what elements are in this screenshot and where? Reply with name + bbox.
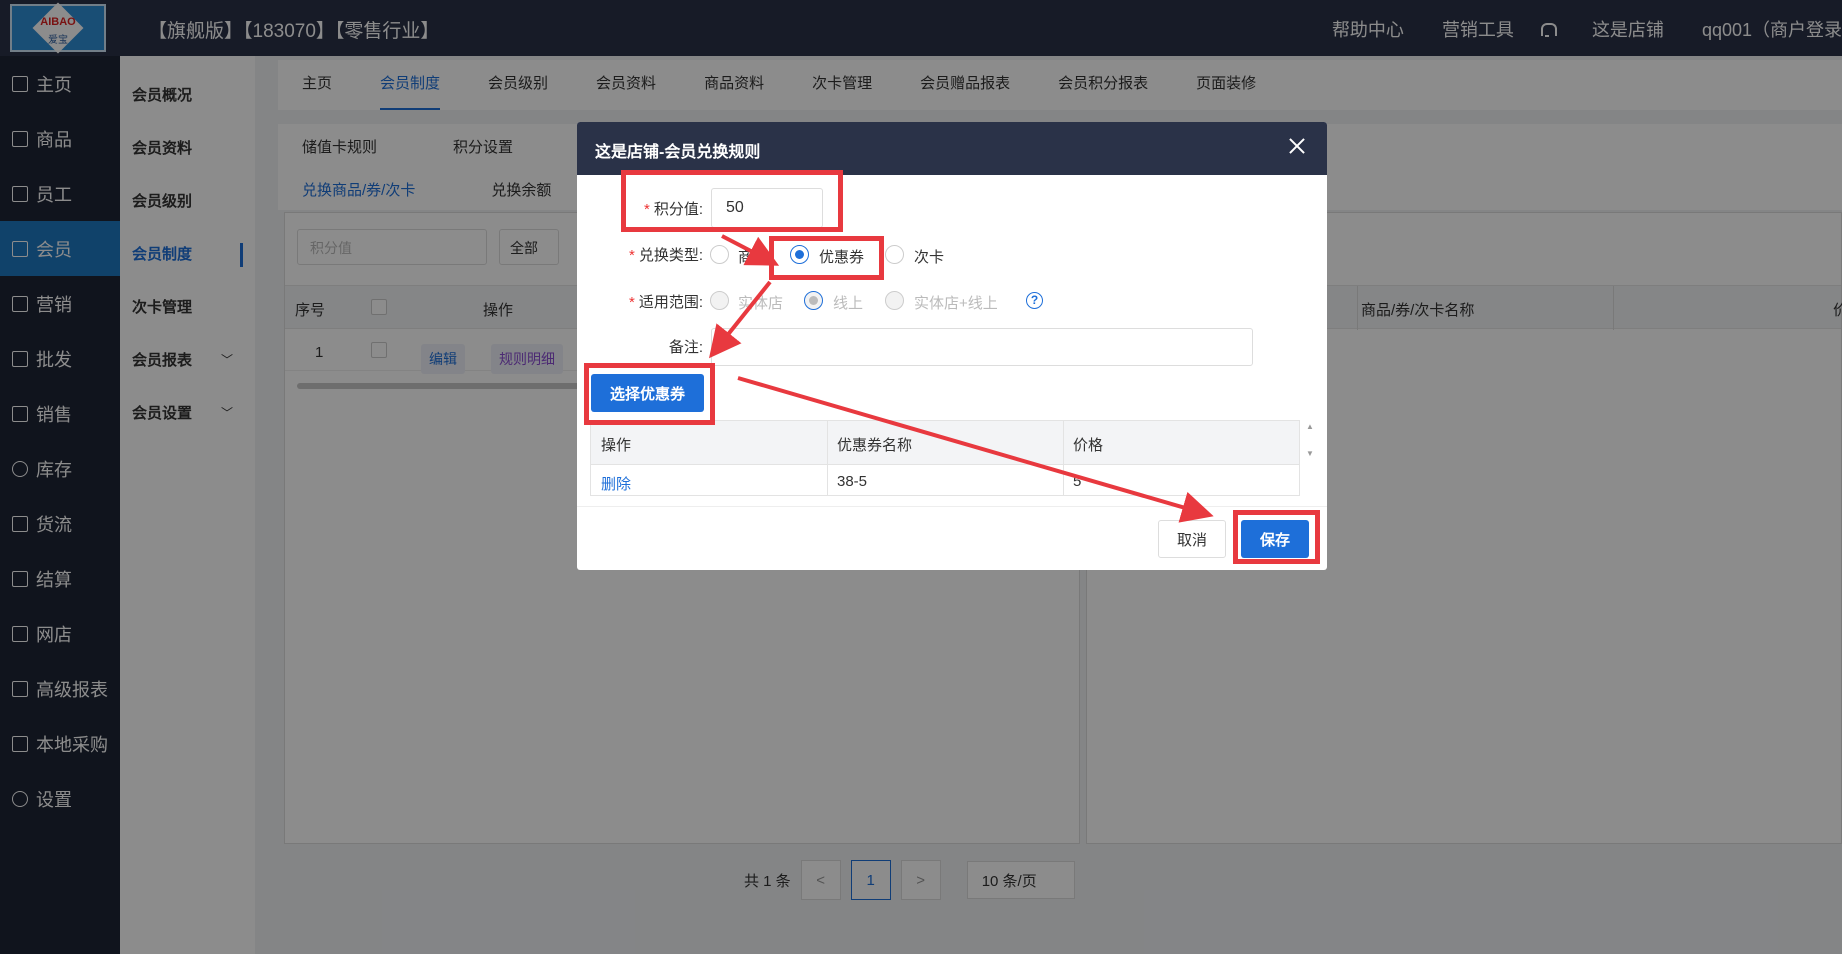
arrow-to-remark (709, 280, 772, 359)
annotation-arrows (709, 234, 1214, 523)
arrow-to-save (737, 376, 1214, 523)
arrow-to-coupon (721, 234, 780, 266)
